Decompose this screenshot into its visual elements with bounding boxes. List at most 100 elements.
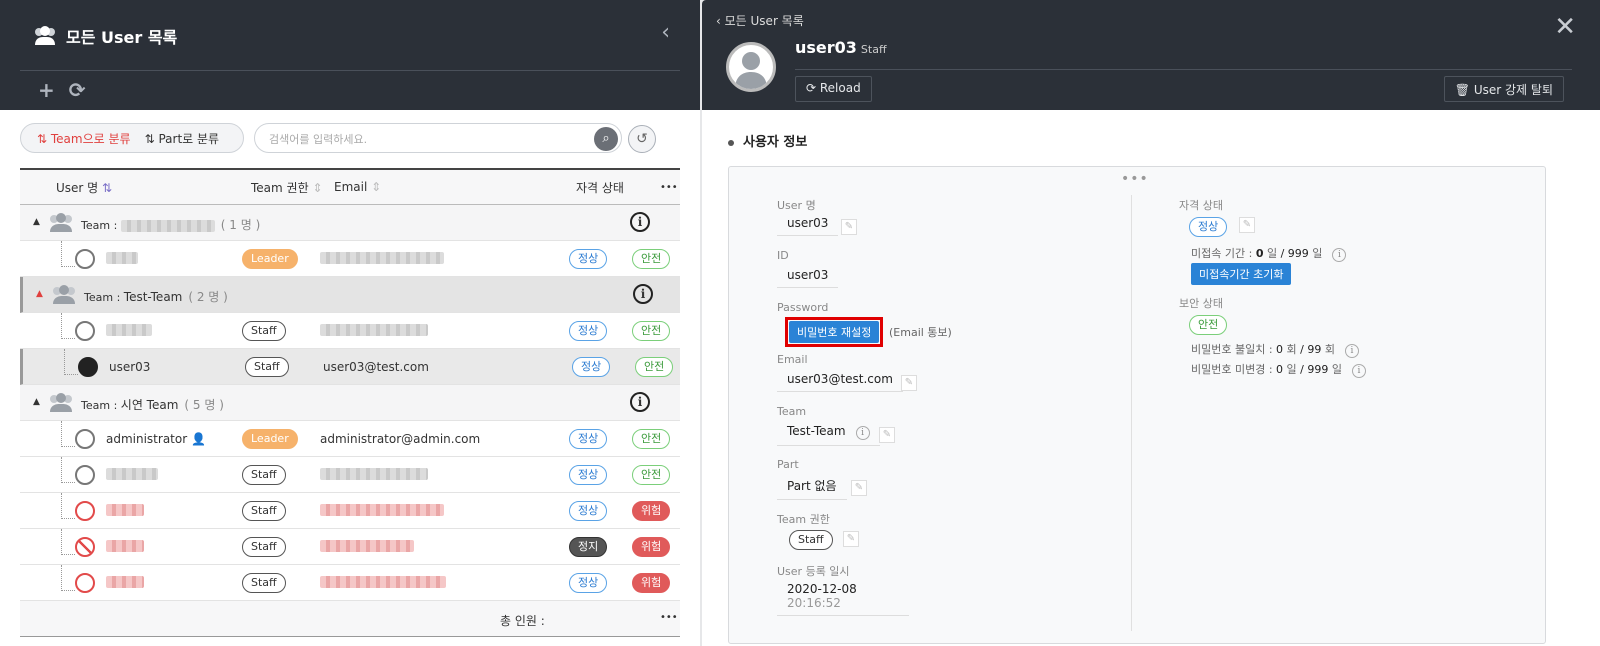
perm-badge: Staff [242, 537, 286, 557]
search-input[interactable]: 검색어를 입력하세요. ⌕ [254, 123, 622, 153]
collapse-triangle-icon[interactable]: ▲ [33, 397, 40, 407]
close-icon[interactable]: ✕ [1554, 12, 1576, 42]
blurred-team-name [120, 219, 215, 232]
group-filter: ⇅ Team으로 분류 ⇅ Part로 분류 [20, 123, 244, 153]
table-header: User 명 ⇅ Team 권한 ⇕ Email ⇕ 자격 상태 ••• [20, 168, 680, 205]
info-icon[interactable]: i [1352, 364, 1366, 378]
divider [1131, 195, 1132, 631]
add-icon[interactable]: + [38, 78, 55, 102]
table-row[interactable]: Staff 정상 위험 [20, 565, 680, 601]
info-icon[interactable]: i [855, 426, 870, 440]
blurred-email [320, 540, 414, 552]
user-avatar-icon [78, 357, 98, 377]
id-value: user03 [777, 265, 839, 288]
user-avatar-icon [75, 249, 95, 269]
edit-icon[interactable]: ✎ [879, 427, 895, 443]
team-group-row[interactable]: ▲ Team : ( 1 명 ) i [20, 205, 680, 241]
blurred-name [106, 468, 158, 480]
security-badge: 안전 [632, 321, 671, 341]
user-detail-panel: ‹ 모든 User 목록 ✕ user03 Staff ⟳ Reload 🗑 Us… [702, 0, 1600, 646]
id-label: ID [777, 249, 789, 262]
edit-icon[interactable]: ✎ [843, 531, 859, 547]
filter-by-team[interactable]: ⇅ Team으로 분류 [37, 130, 131, 147]
info-icon[interactable]: i [630, 212, 650, 232]
col-user[interactable]: User 명 ⇅ [56, 179, 112, 196]
edit-icon[interactable]: ✎ [851, 480, 867, 496]
info-icon[interactable]: i [633, 284, 653, 304]
edit-icon[interactable]: ✎ [1239, 217, 1255, 233]
refresh-icon[interactable]: ⟳ [69, 78, 86, 102]
drag-handle-icon[interactable]: ••• [1121, 171, 1149, 187]
blocked-user-icon [75, 537, 95, 557]
user-name-label: User 명 [777, 199, 816, 212]
security-badge: 위험 [632, 573, 671, 593]
collapse-triangle-icon[interactable]: ▲ [36, 289, 43, 299]
status-badge: 정상 [569, 573, 608, 593]
table-row[interactable]: Leader 정상 안전 [20, 241, 680, 277]
perm-badge: Leader [242, 249, 298, 269]
info-icon[interactable]: i [1345, 344, 1359, 358]
team-name: Team : ( 1 명 ) [81, 218, 261, 232]
blurred-name [106, 504, 144, 516]
reg-date-label: User 등록 일시 [777, 565, 850, 578]
column-menu-icon[interactable]: ••• [660, 182, 678, 193]
info-icon[interactable]: i [630, 392, 650, 412]
security-badge: 위험 [632, 501, 671, 521]
force-remove-button[interactable]: 🗑 User 강제 탈퇴 [1443, 76, 1564, 102]
table-row[interactable]: administrator 👤 Leader administrator@adm… [20, 421, 680, 457]
collapse-chevron-icon[interactable]: ‹ [661, 20, 670, 45]
table-row-selected[interactable]: user03 Staff user03@test.com 정상 안전 [20, 349, 680, 385]
blurred-email [320, 252, 444, 264]
team-group-row[interactable]: ▲ Team : 시연 Team( 5 명 ) i [20, 385, 680, 421]
edit-icon[interactable]: ✎ [841, 219, 857, 235]
user-avatar-icon [75, 501, 95, 521]
table-row[interactable]: Staff 정지 위험 [20, 529, 680, 565]
table-row[interactable]: Staff 정상 안전 [20, 457, 680, 493]
team-icon [50, 393, 72, 412]
info-icon[interactable]: i [1332, 248, 1347, 262]
perm-badge: Leader [242, 429, 298, 449]
status-badge: 정상 [569, 465, 608, 485]
col-perm[interactable]: Team 권한 ⇕ [251, 179, 323, 196]
list-title-text: 모든 User 목록 [66, 28, 178, 47]
blurred-name [106, 324, 152, 336]
blurred-name [106, 540, 144, 552]
user-table: User 명 ⇅ Team 권한 ⇕ Email ⇕ 자격 상태 ••• ▲ T… [20, 168, 680, 637]
status-badge: 정상 [572, 357, 611, 377]
reset-inactive-button[interactable]: 미접속기간 초기화 [1191, 263, 1292, 285]
email-label: Email [777, 353, 808, 366]
table-row[interactable]: Staff 정상 위험 [20, 493, 680, 529]
tree-line [64, 349, 78, 375]
back-link[interactable]: ‹ 모든 User 목록 [716, 12, 804, 29]
status-badge: 정상 [569, 249, 608, 269]
edit-icon[interactable]: ✎ [901, 375, 917, 391]
perm-label: Team 권한 [777, 513, 830, 526]
search-icon[interactable]: ⌕ [594, 127, 618, 151]
part-label: Part [777, 458, 799, 471]
blurred-email [320, 468, 428, 480]
security-badge: 위험 [632, 537, 671, 557]
team-name: Team : 시연 Team( 5 명 ) [81, 398, 224, 412]
list-header: 모든 User 목록 ‹ + ⟳ [0, 0, 700, 110]
table-row[interactable]: Staff 정상 안전 [20, 313, 680, 349]
section-title: 사용자 정보 [728, 131, 807, 150]
reload-button[interactable]: ⟳ Reload [795, 76, 872, 102]
security-badge: 안전 [632, 465, 671, 485]
tree-line [61, 241, 75, 267]
status-badge: 정상 [1189, 217, 1228, 237]
collapse-triangle-icon[interactable]: ▲ [33, 217, 40, 227]
person-icon [735, 52, 767, 89]
reset-search-icon[interactable]: ↺ [628, 125, 656, 153]
total-count-label: 총 인원 : [500, 614, 545, 628]
password-note: (Email 통보) [889, 326, 952, 339]
col-email[interactable]: Email ⇕ [334, 180, 381, 194]
footer-menu-icon[interactable]: ••• [660, 612, 678, 623]
status-label: 자격 상태 [1179, 199, 1223, 212]
security-badge: 안전 [1189, 315, 1228, 335]
reset-password-button[interactable]: 비밀번호 재설정 [789, 321, 880, 343]
filter-by-part[interactable]: ⇅ Part로 분류 [145, 130, 220, 147]
security-label: 보안 상태 [1179, 297, 1223, 310]
status-badge: 정상 [569, 321, 608, 341]
part-value: Part 없음 [777, 474, 847, 500]
team-group-row[interactable]: ▲ Team : Test-Team( 2 명 ) i [20, 277, 680, 313]
